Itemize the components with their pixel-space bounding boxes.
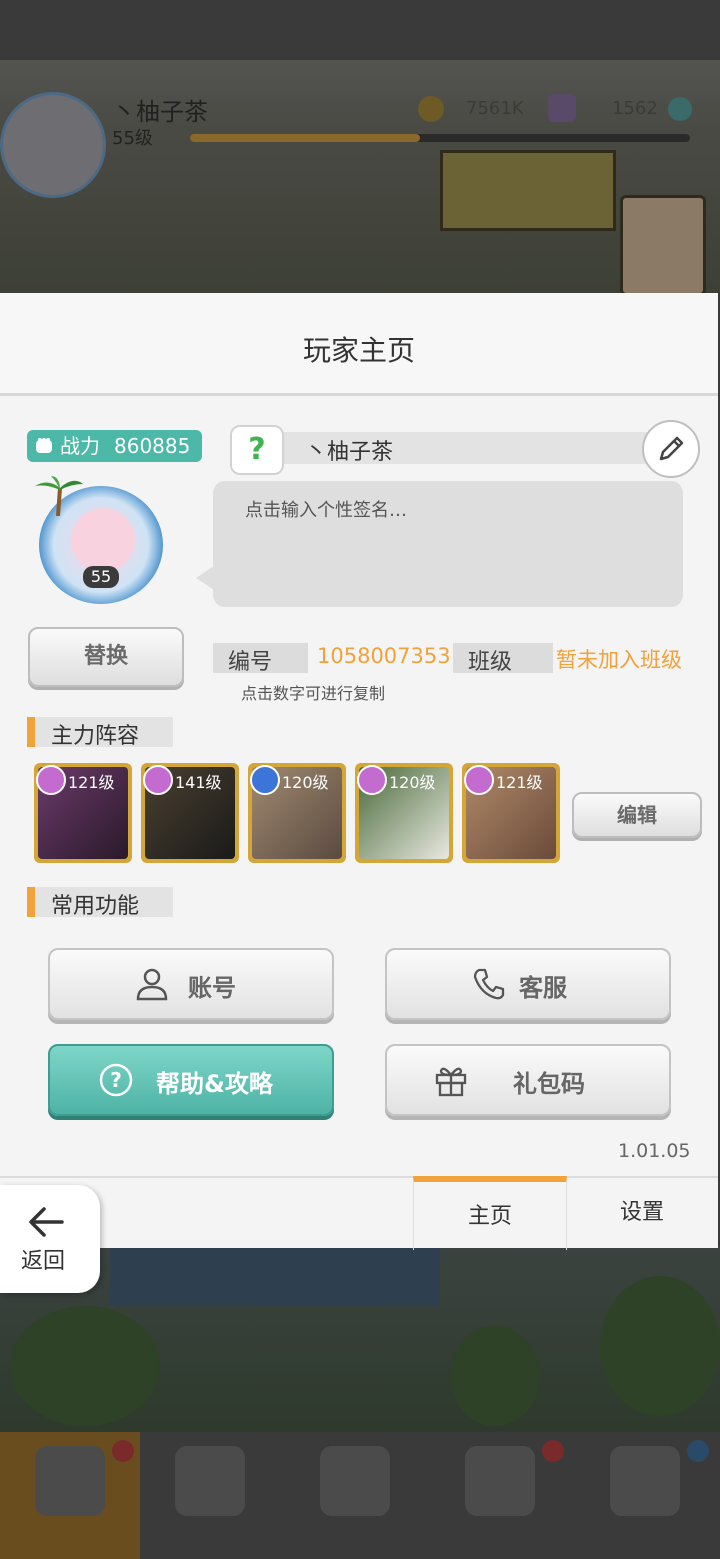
hero-card[interactable]: 121级 — [34, 763, 132, 863]
hud-player-name: 丶柚子茶 — [112, 98, 208, 126]
avatar-image — [71, 508, 135, 572]
arrow-left-icon — [29, 1207, 64, 1237]
power-value: 860885 — [114, 434, 191, 458]
class-label: 班级 — [468, 650, 513, 675]
background-stall — [620, 195, 706, 296]
palm-tree-icon — [35, 476, 83, 516]
question-button[interactable]: ? — [230, 425, 284, 475]
background-scene-top: 丶柚子茶 55级 7561K 1562 — [0, 0, 720, 296]
heart-element-icon — [464, 765, 494, 795]
nav-slot-building[interactable] — [140, 1432, 280, 1559]
replace-avatar-button[interactable]: 替换 — [28, 627, 184, 687]
coin-icon — [418, 96, 444, 122]
player-avatar[interactable]: 55 — [35, 476, 175, 606]
bottom-navbar — [0, 1432, 720, 1559]
background-tree — [600, 1276, 720, 1416]
gift-icon — [435, 1067, 467, 1097]
copy-hint: 点击数字可进行复制 — [241, 684, 386, 703]
section-functions-title: 常用功能 — [51, 894, 140, 919]
panel-header: 玩家主页 — [0, 293, 718, 396]
signature-placeholder: 点击输入个性签名… — [245, 500, 407, 521]
diamond-element-icon — [250, 765, 280, 795]
player-name: 丶柚子茶 — [305, 440, 394, 465]
tab-home[interactable]: 主页 — [413, 1176, 567, 1250]
help-guide-label: 帮助&攻略 — [156, 1070, 273, 1098]
pencil-icon — [659, 436, 684, 461]
hud-player-level: 55级 — [112, 128, 153, 149]
background-shop — [440, 150, 616, 231]
nav-slot-heroes[interactable] — [285, 1432, 425, 1559]
notification-dot — [112, 1440, 134, 1462]
tab-settings[interactable]: 设置 — [566, 1178, 718, 1246]
section-team-title: 主力阵容 — [51, 724, 140, 749]
plus-icon — [668, 97, 692, 121]
heart-element-icon — [36, 765, 66, 795]
nav-slot-chat[interactable] — [575, 1432, 715, 1559]
version-text: 1.01.05 — [618, 1140, 691, 1162]
section-functions-header: 常用功能 — [27, 887, 173, 919]
svg-text:?: ? — [110, 1068, 122, 1092]
account-label: 账号 — [188, 974, 236, 1002]
background-truck — [110, 1246, 440, 1306]
nav-slot-cards[interactable] — [430, 1432, 570, 1559]
fist-icon — [36, 438, 52, 453]
heart-element-icon — [143, 765, 173, 795]
heart-element-icon — [357, 765, 387, 795]
class-value: 暂未加入班级 — [556, 648, 682, 672]
customer-service-button[interactable]: 客服 — [385, 948, 671, 1020]
user-icon — [136, 968, 168, 1001]
hero-level: 120级 — [389, 773, 436, 792]
hero-level: 121级 — [496, 773, 543, 792]
hero-level: 141级 — [175, 773, 222, 792]
gift-code-label: 礼包码 — [513, 1070, 585, 1098]
hero-card[interactable]: 141级 — [141, 763, 239, 863]
phone-icon — [473, 968, 505, 1000]
id-label: 编号 — [228, 650, 273, 675]
gem-icon — [548, 94, 576, 122]
notification-dot — [687, 1440, 709, 1462]
gift-code-button[interactable]: 礼包码 — [385, 1044, 671, 1116]
account-button[interactable]: 账号 — [48, 948, 334, 1020]
hero-level: 120级 — [282, 773, 329, 792]
edit-team-button[interactable]: 编辑 — [572, 792, 702, 838]
power-label: 战力 — [60, 434, 100, 458]
customer-service-label: 客服 — [519, 974, 567, 1002]
heroes-nav-icon — [320, 1446, 390, 1516]
question-circle-icon: ? — [99, 1063, 133, 1097]
help-guide-button[interactable]: ? 帮助&攻略 — [48, 1044, 334, 1116]
notification-dot — [542, 1440, 564, 1462]
chat-nav-icon — [610, 1446, 680, 1516]
background-tree — [450, 1326, 540, 1426]
avatar-level: 55 — [83, 566, 119, 588]
section-accent — [27, 887, 35, 917]
back-label: 返回 — [21, 1249, 66, 1274]
id-value[interactable]: 1058007353 — [317, 644, 451, 668]
hud-coins: 7561K — [466, 98, 524, 119]
back-button[interactable]: 返回 — [0, 1185, 100, 1293]
nav-slot-home[interactable] — [0, 1432, 140, 1559]
hero-card[interactable]: 120级 — [248, 763, 346, 863]
hero-level: 121级 — [68, 773, 115, 792]
hero-card[interactable]: 120级 — [355, 763, 453, 863]
section-accent — [27, 717, 35, 747]
home-nav-icon — [35, 1446, 105, 1516]
cards-nav-icon — [465, 1446, 535, 1516]
hud-avatar — [0, 92, 106, 198]
background-sky — [0, 0, 720, 60]
power-badge: 战力 860885 — [27, 430, 202, 462]
edit-name-button[interactable] — [642, 420, 700, 478]
hud-gems: 1562 — [612, 98, 658, 119]
section-team-header: 主力阵容 — [27, 717, 173, 749]
panel-title: 玩家主页 — [302, 334, 415, 367]
signature-bubble-tail — [196, 566, 214, 590]
background-tree — [10, 1306, 160, 1426]
hud-exp-bar — [190, 134, 690, 142]
hero-card[interactable]: 121级 — [462, 763, 560, 863]
building-nav-icon — [175, 1446, 245, 1516]
